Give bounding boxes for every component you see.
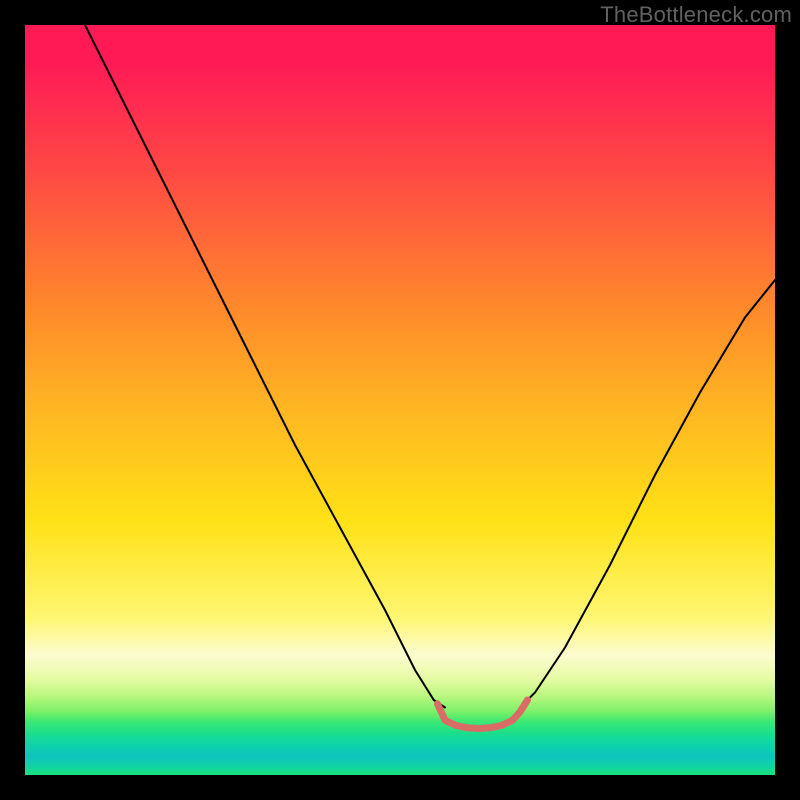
curve-black-left bbox=[85, 25, 445, 708]
plot-area bbox=[25, 25, 775, 775]
curve-pink-bottom bbox=[438, 700, 528, 729]
curve-layer bbox=[25, 25, 775, 775]
watermark-text: TheBottleneck.com bbox=[600, 2, 792, 28]
curve-black-right bbox=[520, 280, 775, 708]
chart-frame: TheBottleneck.com bbox=[0, 0, 800, 800]
